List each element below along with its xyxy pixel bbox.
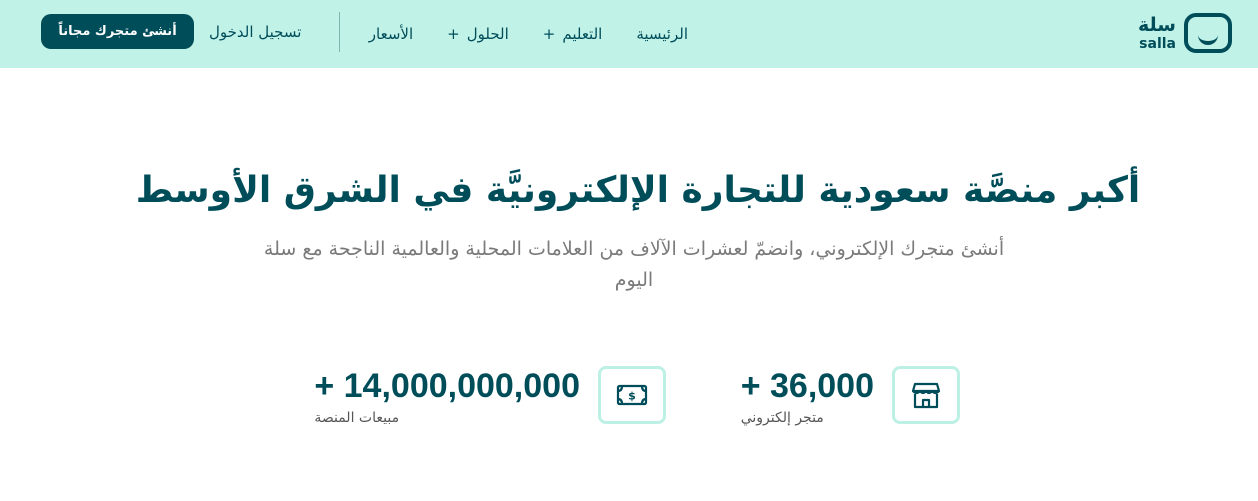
money-icon: $ — [616, 384, 648, 406]
salla-logo[interactable]: سلة salla — [1138, 13, 1232, 53]
nav-home[interactable]: الرئيسية — [636, 25, 688, 43]
nav-solutions-label: الحلول — [466, 25, 509, 43]
store-icon — [911, 382, 941, 409]
logo-text: سلة salla — [1138, 13, 1176, 52]
plus-icon: + — [542, 25, 556, 43]
nav-home-label: الرئيسية — [636, 25, 688, 43]
login-link[interactable]: تسجيل الدخول — [209, 23, 301, 41]
stat-sales-text: + 14,000,000,000 مبيعات المنصة — [314, 366, 580, 426]
nav-pricing-label: الأسعار — [368, 25, 414, 43]
stat-stores-text: + 36,000 متجر إلكتروني — [741, 366, 874, 426]
hero-subtitle: أنشئ متجرك الإلكتروني، وانضمّ لعشرات الآ… — [263, 238, 1005, 291]
money-icon-box: $ — [598, 366, 666, 424]
nav-divider — [339, 12, 340, 52]
logo-arabic: سلة — [1138, 13, 1176, 36]
stat-stores: + 36,000 متجر إلكتروني — [741, 366, 960, 426]
svg-text:$: $ — [628, 390, 636, 403]
plus-icon: + — [447, 25, 460, 43]
stat-stores-label: متجر إلكتروني — [740, 410, 824, 426]
create-store-button[interactable]: أنشئ متجرك مجاناً — [41, 14, 194, 49]
nav-education[interactable]: التعليم + — [543, 25, 603, 43]
logo-latin: salla — [1139, 35, 1176, 52]
nav-education-label: التعليم — [562, 25, 603, 43]
nav-pricing[interactable]: الأسعار — [369, 25, 413, 43]
main-nav: الرئيسية التعليم + الحلول + الأسعار — [369, 0, 688, 68]
stat-sales-label: مبيعات المنصة — [314, 410, 400, 426]
nav-solutions[interactable]: الحلول + — [447, 25, 509, 43]
stat-sales-value: + 14,000,000,000 — [314, 367, 580, 405]
hero-title: أكبر منصَّة سعودية للتجارة الإلكترونيَّة… — [135, 170, 1141, 211]
store-icon-box — [892, 366, 960, 424]
top-navbar: سلة salla الرئيسية التعليم + الحلول + ال… — [0, 0, 1258, 68]
salla-logo-icon — [1184, 13, 1232, 53]
stat-stores-value: + 36,000 — [740, 367, 874, 405]
stat-sales: $ + 14,000,000,000 مبيعات المنصة — [314, 366, 666, 426]
